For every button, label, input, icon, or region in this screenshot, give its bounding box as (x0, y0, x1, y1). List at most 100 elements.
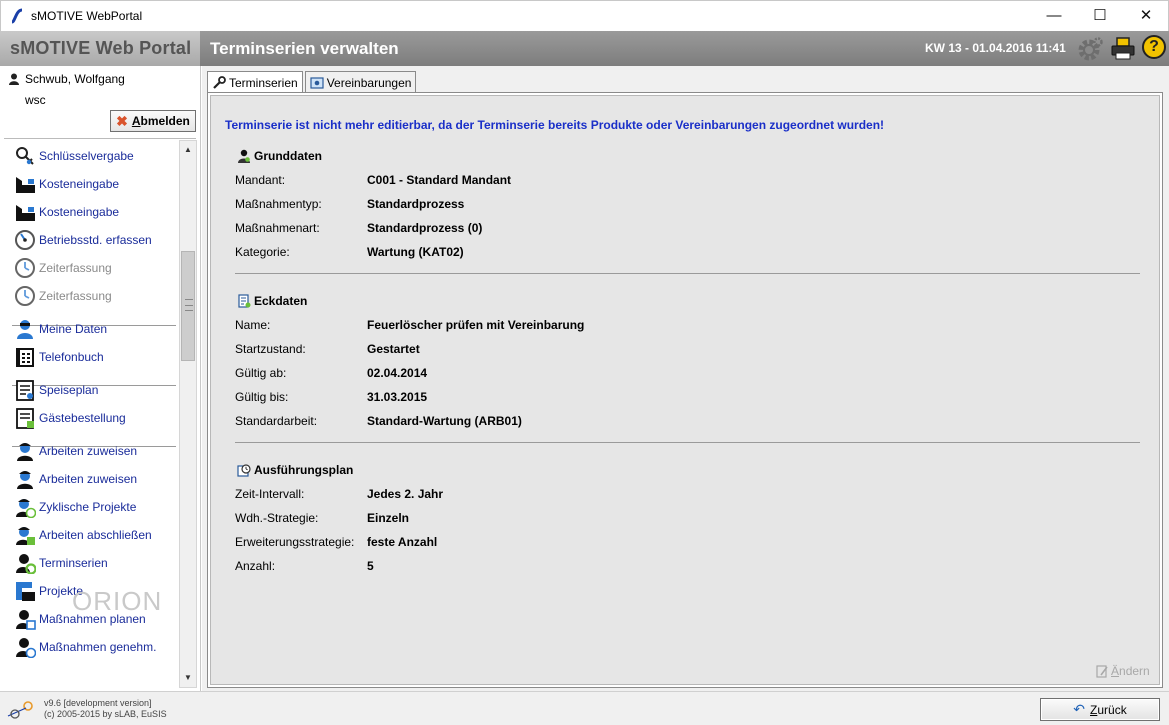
scroll-up-arrow-icon[interactable]: ▲ (180, 142, 196, 158)
smotive-app-icon (11, 8, 23, 24)
not-editable-warning: Terminserie ist nicht mehr editierbar, d… (225, 118, 885, 132)
sidebar-item-zeiterfassung: Zeiterfassung (14, 283, 112, 309)
field-label: Maßnahmentyp: (235, 197, 322, 211)
field-value: feste Anzahl (367, 535, 438, 549)
clock-icon (15, 286, 35, 306)
app-header: sMOTIVE Web Portal Terminserien verwalte… (0, 31, 1169, 66)
sidebar-item-label: Maßnahmen genehm. (39, 640, 157, 654)
sidebar-item-terminserien[interactable]: Terminserien (14, 550, 108, 576)
tab-vereinbarungen[interactable]: Vereinbarungen (304, 71, 417, 93)
section-divider (235, 273, 1140, 274)
sidebar-scrollbar[interactable]: ▲ ▼ (179, 140, 197, 688)
cost-icon (16, 177, 35, 193)
key-icon (16, 147, 34, 165)
scroll-down-arrow-icon[interactable]: ▼ (180, 670, 196, 686)
sidebar-item-telefonbuch[interactable]: Telefonbuch (14, 344, 104, 370)
field-label: Standardarbeit: (235, 414, 318, 428)
window-titlebar: sMOTIVE WebPortal — ☐ ✕ (0, 0, 1169, 31)
help-icon[interactable]: ? (1142, 35, 1166, 59)
person-recycle-icon (16, 554, 36, 574)
sidebar-item-label: Terminserien (39, 556, 108, 570)
worker-icon (17, 443, 33, 461)
edit-button: Ändern (1095, 664, 1150, 678)
field-label: Name: (235, 318, 271, 332)
section-divider (235, 442, 1140, 443)
schedule-icon (237, 464, 251, 477)
brand-area: sMOTIVE Web Portal (0, 31, 200, 66)
section-title: Ausführungsplan (254, 463, 354, 477)
printer-icon[interactable] (1110, 36, 1136, 62)
field-label: Gültig ab: (235, 366, 287, 380)
field-value: Einzeln (367, 511, 410, 525)
gear-icon[interactable] (1074, 34, 1104, 64)
back-button[interactable]: ↶ Zurück (1040, 698, 1160, 721)
wrench-icon (213, 76, 226, 89)
document-icon (238, 294, 251, 308)
field-value: Standardprozess (367, 197, 465, 211)
sidebar-item-arbeiten-zuweisen[interactable]: Arbeiten zuweisen (14, 438, 137, 464)
sidebar: Schwub, Wolfgang wsc ✖ Abmelden Arbeitsp… (0, 66, 201, 691)
close-button[interactable]: ✕ (1123, 1, 1169, 31)
section-ausführungsplan-header: Ausführungsplan (237, 463, 353, 477)
sidebar-item-kosteneingabe[interactable]: Kosteneingabe (14, 171, 119, 197)
agreement-icon (310, 76, 324, 89)
sidebar-item-label: Kosteneingabe (39, 177, 120, 191)
back-label: urück (1097, 702, 1127, 717)
sidebar-item-maßnahmen-genehm[interactable]: Maßnahmen genehm. (14, 634, 156, 660)
field-value: Standardprozess (0) (367, 221, 483, 235)
field-label: Gültig bis: (235, 390, 289, 404)
sidebar-item-arbeitspl-verwalten[interactable]: Arbeitspl. verwalten (14, 138, 144, 141)
sidebar-item-label: Arbeiten abschließen (39, 528, 152, 542)
field-value: 02.04.2014 (367, 366, 428, 380)
section-eckdaten-header: Eckdaten (237, 294, 307, 308)
field-label: Erweiterungsstrategie: (235, 535, 355, 549)
user-icon (9, 73, 19, 85)
field-label: Anzahl: (235, 559, 276, 573)
sidebar-item-label: Gästebestellung (39, 411, 126, 425)
field-value: Jedes 2. Jahr (367, 487, 444, 501)
person-icon (17, 320, 33, 339)
sidebar-item-gästebestellung[interactable]: Gästebestellung (14, 405, 126, 431)
sidebar-item-arbeiten-abschließen[interactable]: Arbeiten abschließen (14, 522, 152, 548)
edit-clipboard-icon (1096, 665, 1108, 678)
sidebar-item-zyklische-projekte[interactable]: Zyklische Projekte (14, 494, 136, 520)
field-value: 31.03.2015 (367, 390, 428, 404)
edit-label: ndern (1119, 664, 1150, 678)
clock-icon (15, 258, 35, 278)
field-label: Startzustand: (235, 342, 306, 356)
logout-button[interactable]: ✖ Abmelden (110, 110, 196, 132)
sidebar-item-arbeiten-zuweisen[interactable]: Arbeiten zuweisen (14, 466, 137, 492)
user-name: Schwub, Wolfgang (25, 72, 125, 86)
sidebar-item-zeiterfassung: Zeiterfassung (14, 255, 112, 281)
tab-panel: Terminserie ist nicht mehr editierbar, d… (207, 92, 1163, 688)
field-label: Zeit-Intervall: (235, 487, 305, 501)
sidebar-item-speiseplan[interactable]: Speiseplan (14, 377, 98, 403)
minimize-button[interactable]: — (1031, 1, 1077, 31)
person-plan-icon (16, 610, 36, 630)
person-icon (238, 149, 250, 163)
sidebar-item-label: Arbeiten zuweisen (39, 472, 138, 486)
tab-terminserien[interactable]: Terminserien (207, 71, 303, 94)
scrollbar-thumb[interactable] (181, 251, 195, 361)
field-value: C001 - Standard Mandant (367, 173, 512, 187)
sidebar-item-kosteneingabe[interactable]: Kosteneingabe (14, 199, 119, 225)
sidebar-item-schlüsselvergabe[interactable]: Schlüsselvergabe (14, 143, 134, 169)
sidebar-item-meine-daten[interactable]: Meine Daten (14, 316, 107, 342)
field-value: 5 (367, 559, 374, 573)
back-mnemonic: Z (1090, 702, 1098, 717)
sidebar-item-label: Schlüsselvergabe (39, 149, 134, 163)
details-panel: Terminserie ist nicht mehr editierbar, d… (210, 95, 1160, 685)
logout-label: bmelden (140, 114, 190, 128)
orion-logo-icon (7, 701, 33, 719)
orion-watermark: ORION (72, 586, 163, 616)
edit-mnemonic: Ä (1111, 664, 1120, 678)
back-arrow-icon: ↶ (1073, 701, 1086, 717)
sidebar-item-betriebsstd-erfassen[interactable]: Betriebsstd. erfassen (14, 227, 152, 253)
version-line: v9.6 [development version] (44, 698, 152, 708)
field-label: Mandant: (235, 173, 286, 187)
maximize-button[interactable]: ☐ (1077, 1, 1123, 31)
tab-vereinbarungen-label: Vereinbarungen (326, 75, 412, 90)
close-x-icon: ✖ (116, 112, 128, 129)
main-area: Terminserien Vereinbarungen Terminserie … (202, 66, 1169, 691)
section-title: Eckdaten (254, 294, 308, 308)
